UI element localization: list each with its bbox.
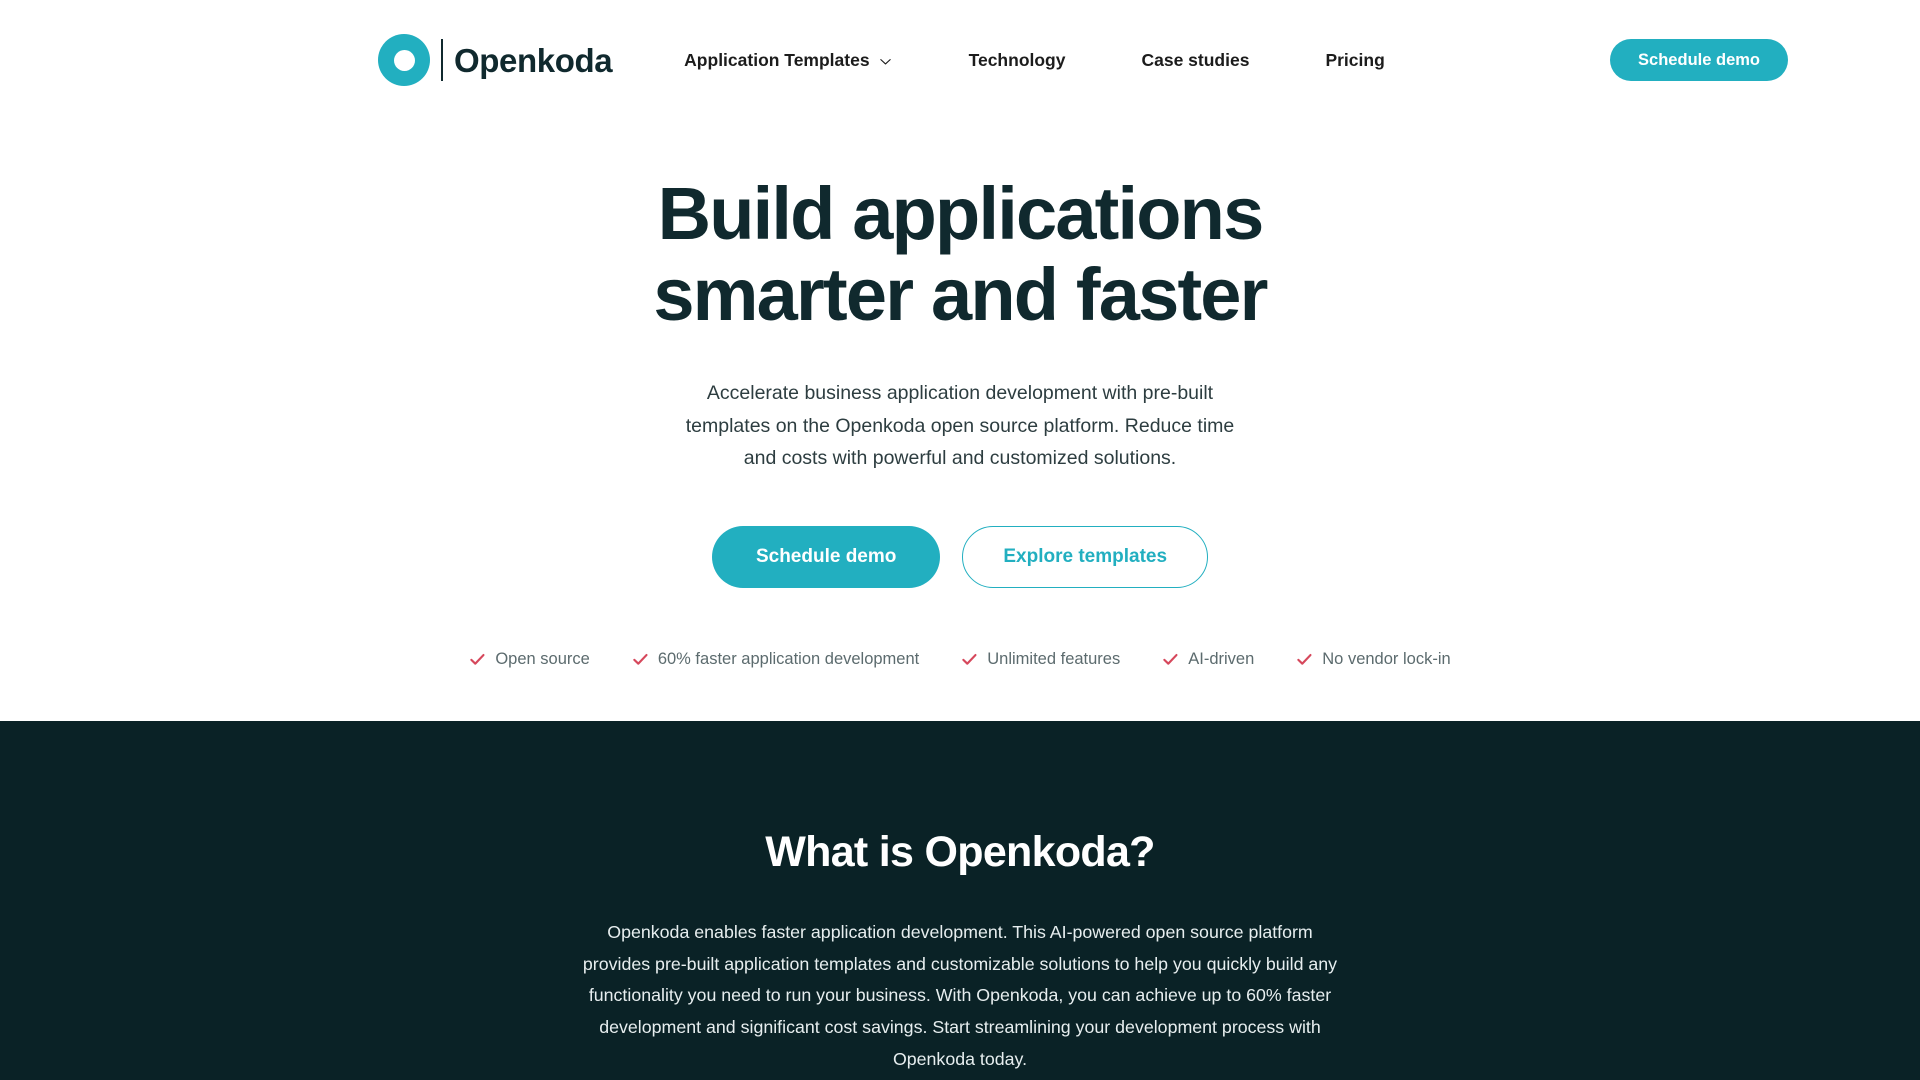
nav-label-application-templates: Application Templates bbox=[684, 49, 870, 70]
hero-subtitle: Accelerate business application developm… bbox=[685, 382, 1235, 470]
about-heading: What is Openkoda? bbox=[765, 828, 1155, 877]
hero-cta-group: Schedule demo Explore templates bbox=[0, 526, 1920, 589]
check-icon bbox=[962, 654, 977, 666]
hero-section: Build applications smarter and faster Ac… bbox=[0, 120, 1920, 722]
feature-label: Open source bbox=[495, 650, 590, 669]
nav-label-pricing: Pricing bbox=[1325, 49, 1385, 70]
about-section: What is Openkoda? Openkoda enables faste… bbox=[0, 721, 1920, 1080]
about-body: Openkoda enables faster application deve… bbox=[582, 921, 1338, 1069]
site-header: Openkoda Application Templates Technolog… bbox=[0, 0, 1920, 120]
hero-title: Build applications smarter and faster bbox=[480, 172, 1440, 336]
nav-item-pricing[interactable]: Pricing bbox=[1325, 40, 1384, 81]
logo-divider bbox=[441, 39, 443, 81]
chevron-down-icon bbox=[879, 55, 892, 68]
feature-label: Unlimited features bbox=[987, 650, 1121, 669]
feature-item-unlimited-features: Unlimited features bbox=[961, 650, 1120, 669]
brand-name: Openkoda bbox=[454, 41, 613, 79]
check-icon bbox=[1297, 654, 1312, 666]
feature-label: AI-driven bbox=[1188, 650, 1255, 669]
openkoda-ring-logo-icon bbox=[378, 34, 430, 86]
nav-label-technology: Technology bbox=[968, 49, 1066, 70]
feature-item-ai-driven: AI-driven bbox=[1162, 650, 1254, 669]
brand-logo-link[interactable]: Openkoda bbox=[378, 34, 613, 86]
nav-item-technology[interactable]: Technology bbox=[969, 40, 1066, 81]
nav-item-case-studies[interactable]: Case studies bbox=[1141, 40, 1249, 81]
feature-label: No vendor lock-in bbox=[1322, 650, 1451, 669]
main-navigation: Application Templates Technology Case st… bbox=[684, 40, 1385, 81]
nav-item-application-templates[interactable]: Application Templates bbox=[684, 40, 891, 81]
feature-item-open-source: Open source bbox=[469, 650, 590, 669]
check-icon bbox=[1163, 654, 1178, 666]
landing-page: Openkoda Application Templates Technolog… bbox=[0, 0, 1920, 1080]
hero-schedule-demo-button[interactable]: Schedule demo bbox=[711, 526, 941, 589]
feature-label: 60% faster application development bbox=[657, 650, 920, 669]
hero-title-line-1: Build applications bbox=[657, 172, 1265, 255]
nav-label-case-studies: Case studies bbox=[1141, 49, 1250, 70]
hero-explore-templates-button[interactable]: Explore templates bbox=[962, 526, 1209, 589]
check-icon bbox=[470, 654, 485, 666]
feature-item-no-vendor-lock-in: No vendor lock-in bbox=[1296, 650, 1451, 669]
check-icon bbox=[633, 654, 648, 666]
logo-inner-dot bbox=[393, 49, 415, 71]
hero-title-line-2: smarter and faster bbox=[653, 252, 1268, 336]
header-schedule-demo-button[interactable]: Schedule demo bbox=[1610, 39, 1788, 81]
hero-feature-list: Open source 60% faster application devel… bbox=[0, 650, 1920, 669]
feature-item-faster-development: 60% faster application development bbox=[632, 650, 919, 669]
